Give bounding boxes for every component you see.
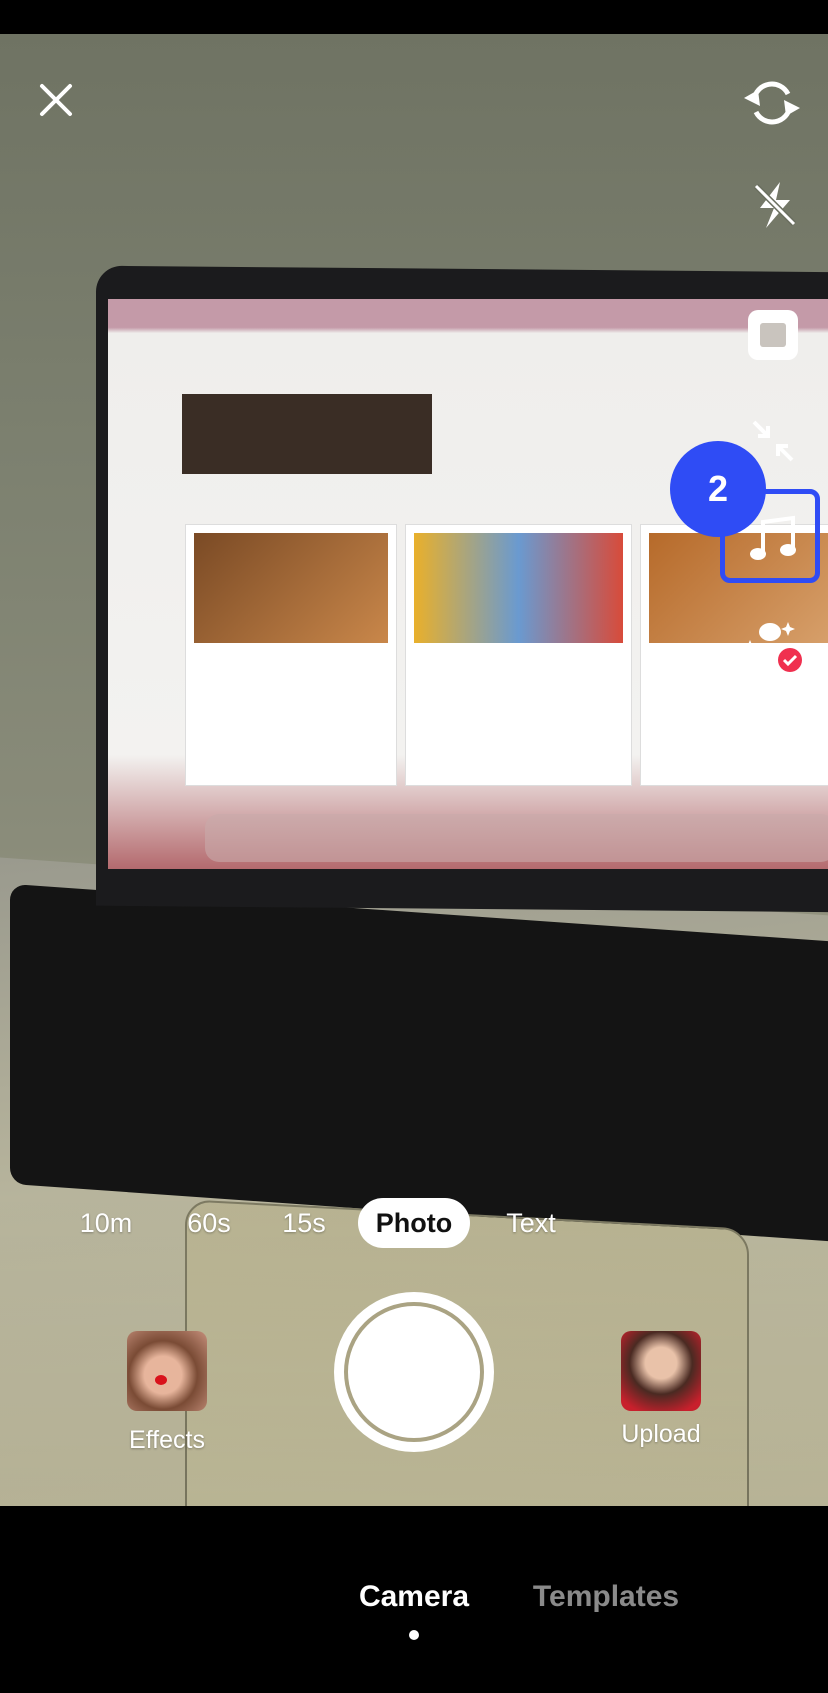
screen-card bbox=[405, 524, 632, 786]
flip-camera-button[interactable] bbox=[740, 72, 804, 134]
screen-card bbox=[185, 524, 397, 786]
flash-off-icon bbox=[753, 182, 797, 228]
mode-photo[interactable]: Photo bbox=[358, 1198, 470, 1248]
active-tab-indicator bbox=[409, 1630, 419, 1640]
screen-image bbox=[182, 394, 432, 474]
tab-camera[interactable]: Camera bbox=[340, 1580, 488, 1614]
upload-label: Upload bbox=[621, 1420, 701, 1448]
flash-button[interactable] bbox=[748, 178, 802, 232]
upload-button[interactable] bbox=[621, 1331, 701, 1411]
square-aspect-icon bbox=[760, 323, 786, 347]
upload-thumbnail bbox=[621, 1331, 701, 1411]
aspect-ratio-button[interactable] bbox=[748, 310, 798, 360]
step-badge: 2 bbox=[670, 441, 766, 537]
close-button[interactable] bbox=[30, 74, 82, 126]
shutter-button[interactable] bbox=[334, 1292, 494, 1452]
effects-label: Effects bbox=[129, 1426, 205, 1454]
effects-thumbnail bbox=[155, 1375, 167, 1385]
tab-templates[interactable]: Templates bbox=[526, 1580, 686, 1614]
mode-text[interactable]: Text bbox=[496, 1198, 566, 1248]
beauty-button[interactable] bbox=[744, 618, 804, 678]
music-note-icon bbox=[750, 515, 796, 560]
mode-15s[interactable]: 15s bbox=[270, 1198, 338, 1248]
collapse-arrows-icon bbox=[752, 420, 794, 462]
mode-10m[interactable]: 10m bbox=[68, 1198, 144, 1248]
screen-dock bbox=[205, 814, 828, 862]
flip-camera-icon bbox=[744, 81, 800, 125]
effects-button[interactable] bbox=[127, 1331, 207, 1411]
person-beauty-icon bbox=[745, 622, 802, 672]
mode-60s[interactable]: 60s bbox=[172, 1198, 246, 1248]
shutter-inner bbox=[344, 1302, 484, 1442]
close-icon bbox=[40, 84, 72, 116]
camera-viewfinder[interactable] bbox=[0, 34, 828, 1506]
